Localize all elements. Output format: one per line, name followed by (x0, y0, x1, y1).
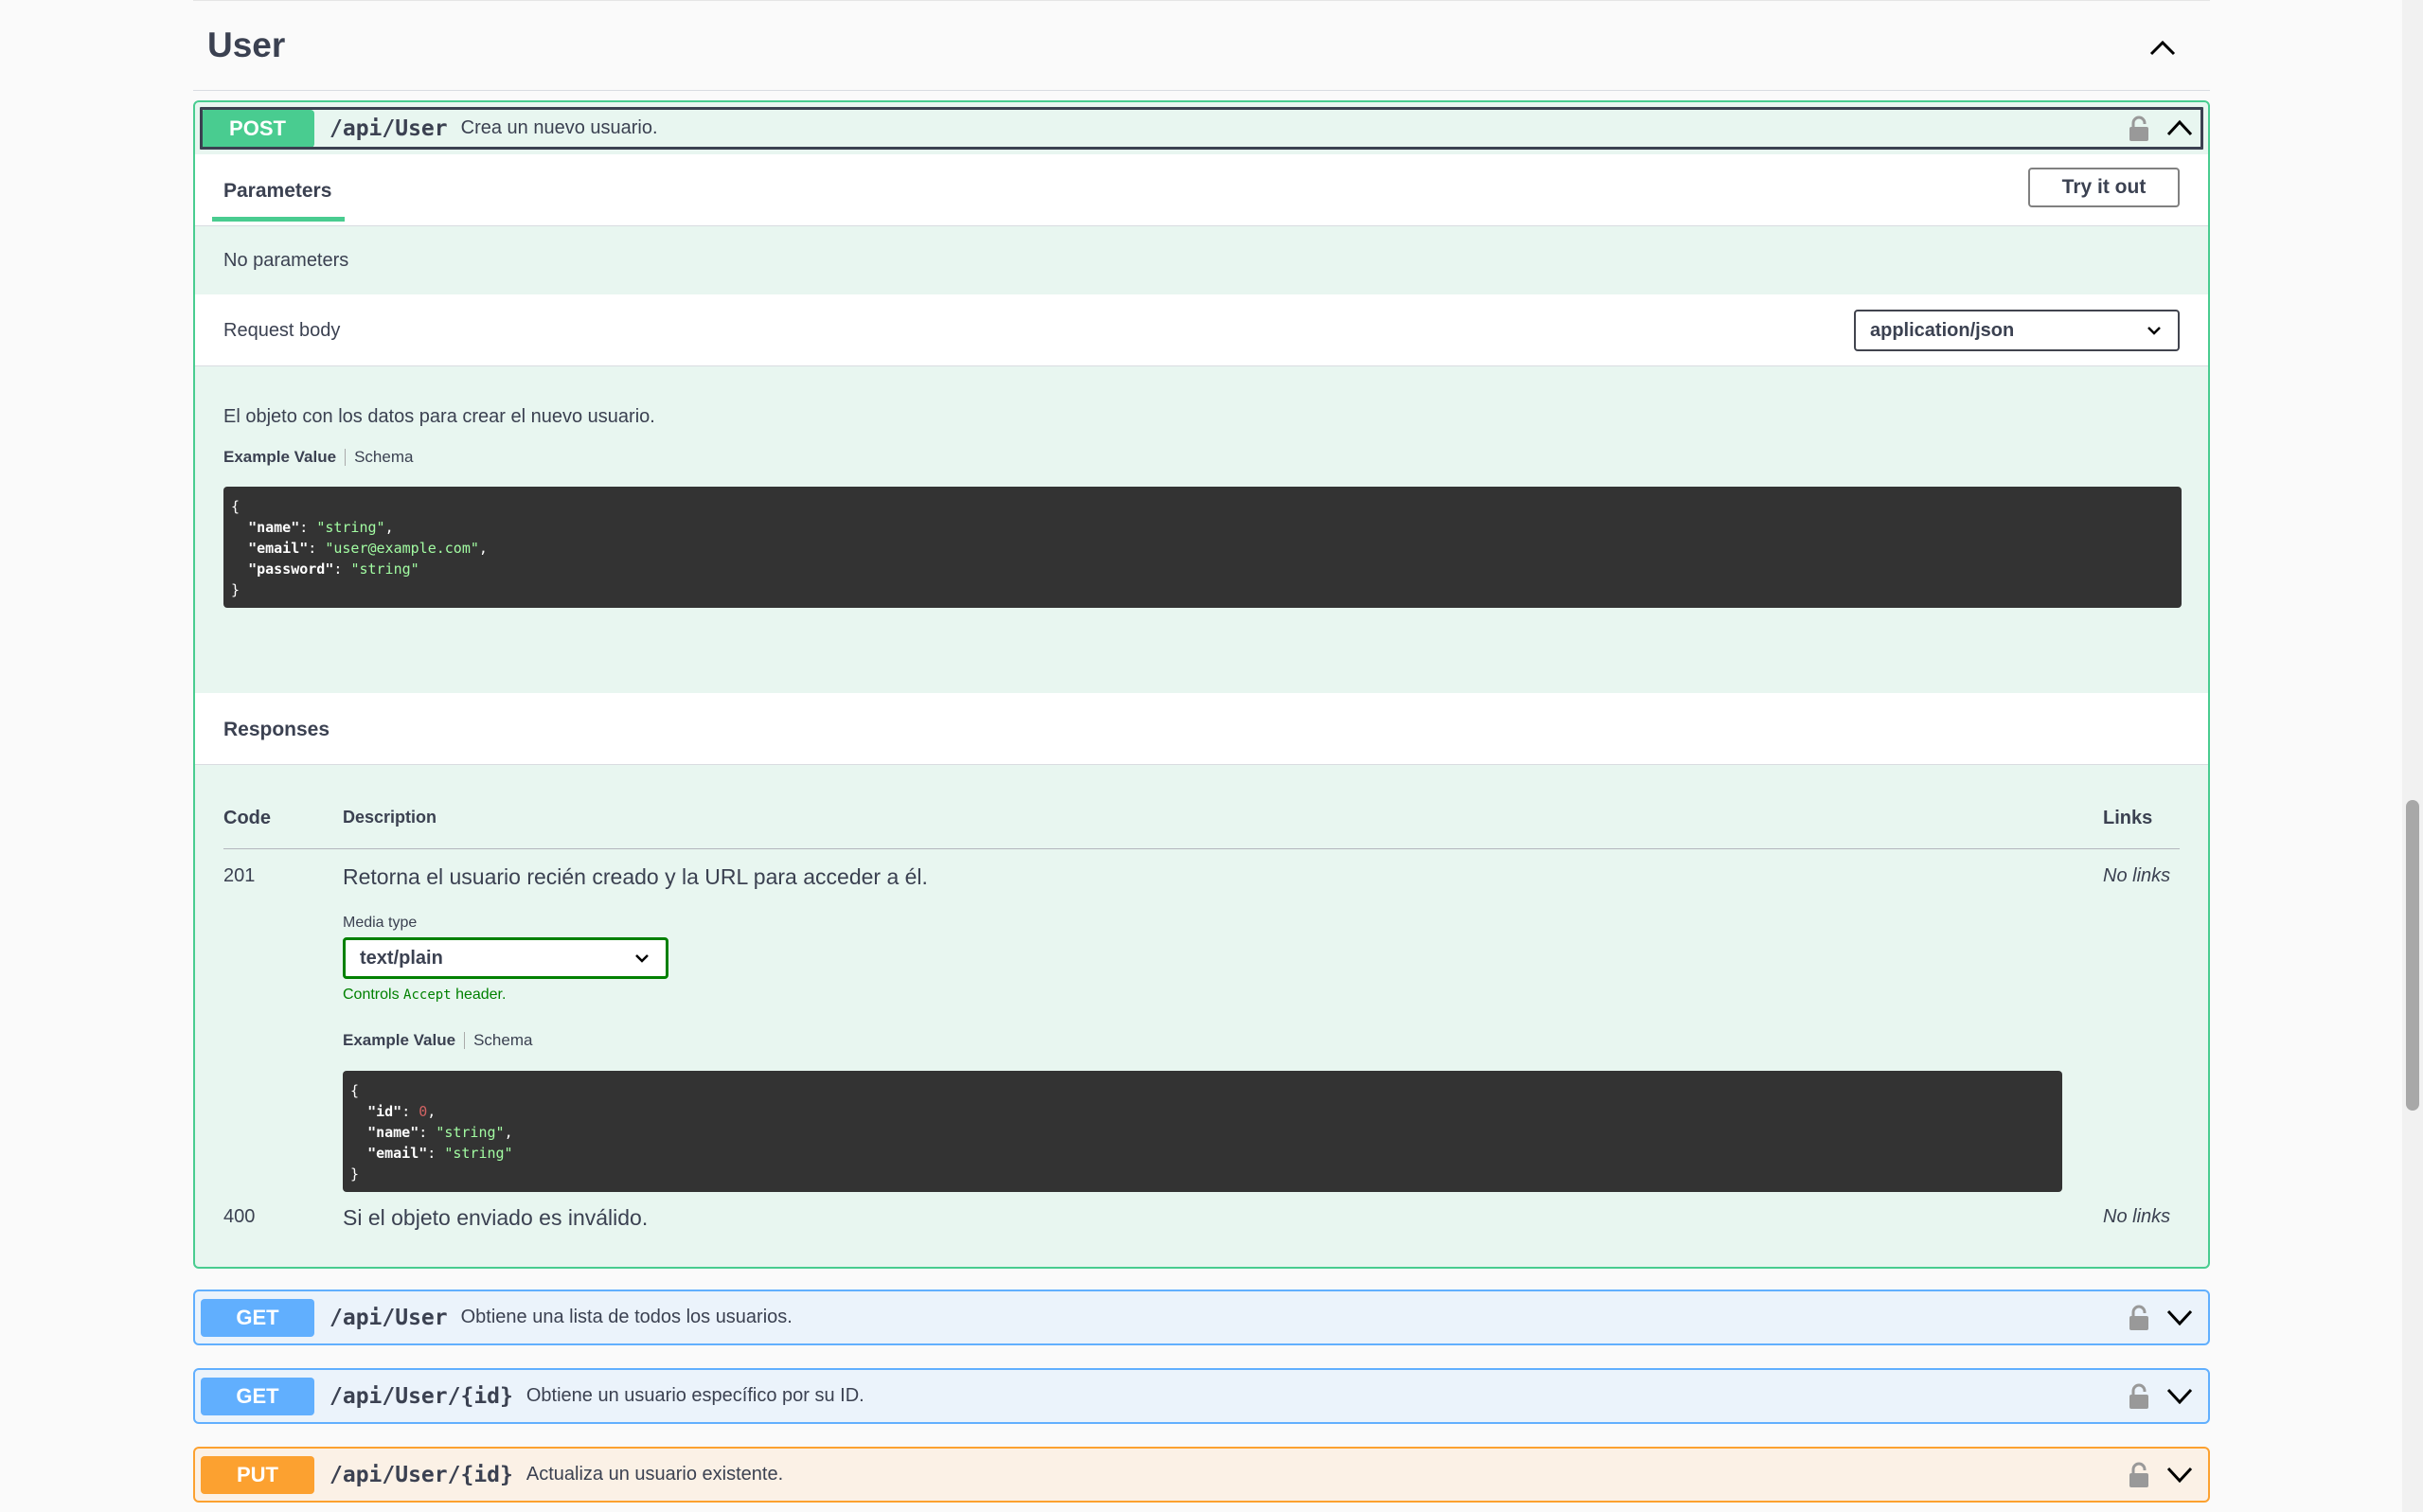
method-badge: GET (201, 1298, 314, 1337)
tab-underline (212, 217, 345, 222)
example-schema-tabs: Example Value Schema (223, 448, 413, 467)
endpoint-description: Obtiene un usuario específico por su ID. (526, 1385, 864, 1406)
code-line: { (350, 1082, 360, 1099)
response-description: Si el objeto enviado es inválido. (343, 1205, 649, 1230)
divider (223, 848, 2180, 849)
lock-icon[interactable] (2129, 1462, 2149, 1488)
chevron-down-icon (635, 954, 649, 963)
request-content-type-value: application/json (1870, 319, 2015, 341)
divider (345, 449, 347, 466)
response-links: No links (2103, 1206, 2171, 1227)
code-line: "name": "string", (367, 1124, 513, 1141)
example-schema-tabs: Example Value Schema (343, 1031, 532, 1050)
lock-icon[interactable] (2129, 1305, 2149, 1331)
method-badge: POST (201, 109, 314, 148)
lock-icon[interactable] (2129, 116, 2149, 142)
chevron-down-icon (2147, 327, 2161, 335)
chevron-up-icon[interactable] (2166, 119, 2193, 136)
responses-header: Responses (195, 693, 2208, 765)
tab-parameters[interactable]: Parameters (223, 180, 331, 203)
endpoint-path: /api/User (330, 116, 448, 141)
swagger-content: User POST /api/User Crea un nuevo usuari… (193, 0, 2210, 1503)
code-line: { (231, 498, 241, 515)
code-line: "id": 0, (367, 1103, 436, 1120)
opblock-get-user-by-id: GET /api/User/{id} Obtiene un usuario es… (193, 1368, 2210, 1424)
divider (464, 1032, 466, 1049)
code-line: "email": "user@example.com", (248, 540, 488, 557)
try-it-out-button[interactable]: Try it out (2028, 168, 2180, 207)
schema-tab[interactable]: Schema (473, 1031, 532, 1050)
code-line: "email": "string" (367, 1145, 513, 1162)
media-type-value: text/plain (360, 947, 443, 969)
opblock-get-users: GET /api/User Obtiene una lista de todos… (193, 1290, 2210, 1345)
schema-tab[interactable]: Schema (354, 448, 413, 467)
code-line: "password": "string" (248, 560, 419, 578)
responses-table: Code Description Links 201 Retorna el us… (195, 765, 2208, 1267)
opblock-summary[interactable]: POST /api/User Crea un nuevo usuario. (195, 102, 2208, 154)
scrollbar-track[interactable] (2402, 0, 2423, 1512)
opblock-summary[interactable]: GET /api/User Obtiene una lista de todos… (195, 1291, 2208, 1343)
controls-accept-note: Controls Accept header. (343, 987, 507, 1003)
code-line: "name": "string", (248, 519, 394, 536)
endpoint-path: /api/User/{id} (330, 1462, 513, 1487)
response-example-code: { "id": 0, "name": "string", "email": "s… (343, 1071, 2062, 1192)
code-line: } (231, 581, 241, 598)
endpoint-description: Actualiza un usuario existente. (526, 1464, 784, 1485)
column-code: Code (223, 808, 271, 828)
request-example-code: { "name": "string", "email": "user@examp… (223, 487, 2182, 608)
opblock-post-user: POST /api/User Crea un nuevo usuario. Pa… (193, 100, 2210, 1269)
lock-icon[interactable] (2129, 1383, 2149, 1410)
scrollbar-thumb[interactable] (2406, 800, 2419, 1111)
chevron-up-icon[interactable] (2148, 38, 2177, 57)
tag-section-header[interactable]: User (193, 0, 2210, 91)
opblock-summary[interactable]: PUT /api/User/{id} Actualiza un usuario … (195, 1449, 2208, 1501)
opblock-put-user: PUT /api/User/{id} Actualiza un usuario … (193, 1447, 2210, 1503)
column-description: Description (343, 808, 437, 827)
example-value-tab[interactable]: Example Value (223, 448, 336, 467)
endpoint-description: Obtiene una lista de todos los usuarios. (460, 1307, 793, 1327)
request-body-content: El objeto con los datos para crear el nu… (195, 366, 2208, 693)
column-links: Links (2103, 808, 2153, 828)
no-parameters-text: No parameters (223, 249, 349, 271)
endpoint-description: Crea un nuevo usuario. (460, 117, 658, 138)
chevron-down-icon[interactable] (2166, 1466, 2193, 1483)
response-description: Retorna el usuario recién creado y la UR… (343, 864, 928, 889)
request-content-type-select[interactable]: application/json (1854, 310, 2180, 351)
tag-title: User (207, 25, 286, 64)
response-links: No links (2103, 865, 2171, 886)
code-line: } (350, 1165, 360, 1183)
responses-label: Responses (223, 719, 330, 740)
response-code: 400 (223, 1206, 256, 1227)
request-body-description: El objeto con los datos para crear el nu… (223, 406, 655, 427)
endpoint-path: /api/User (330, 1305, 448, 1330)
method-badge: PUT (201, 1455, 314, 1494)
method-badge: GET (201, 1377, 314, 1415)
chevron-down-icon[interactable] (2166, 1308, 2193, 1325)
chevron-down-icon[interactable] (2166, 1387, 2193, 1404)
endpoint-path: /api/User/{id} (330, 1383, 513, 1409)
example-value-tab[interactable]: Example Value (343, 1031, 455, 1050)
request-body-label: Request body (223, 320, 341, 341)
media-type-label: Media type (343, 915, 418, 931)
response-code: 201 (223, 865, 256, 886)
parameters-header: Parameters Try it out (195, 154, 2208, 226)
request-body-header: Request body application/json (195, 294, 2208, 366)
media-type-select[interactable]: text/plain (343, 937, 668, 979)
opblock-summary[interactable]: GET /api/User/{id} Obtiene un usuario es… (195, 1370, 2208, 1422)
